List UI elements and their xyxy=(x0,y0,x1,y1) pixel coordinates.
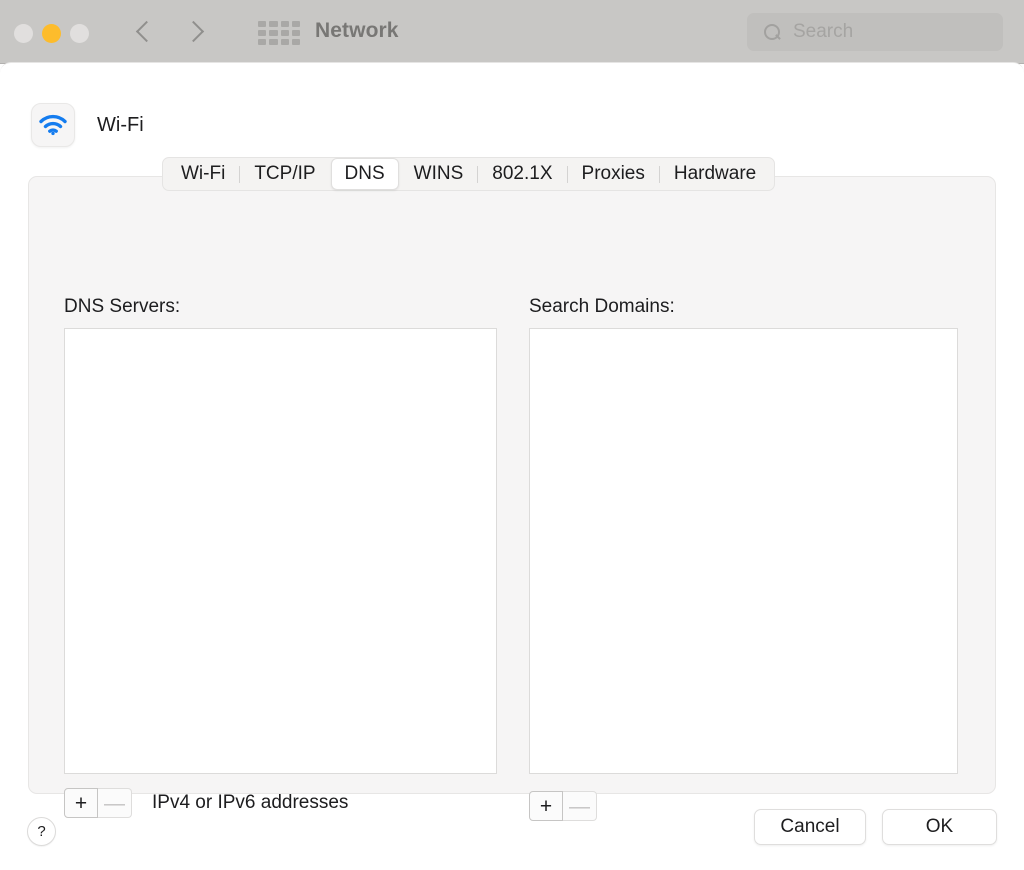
cancel-button[interactable]: Cancel xyxy=(754,809,866,845)
close-window-button[interactable] xyxy=(14,24,33,43)
grid-dot xyxy=(269,21,277,27)
tab-8021x[interactable]: 802.1X xyxy=(478,158,566,190)
grid-dot xyxy=(269,30,277,36)
zoom-window-button[interactable] xyxy=(70,24,89,43)
grid-dot xyxy=(258,30,266,36)
search-field[interactable]: Search xyxy=(747,13,1003,51)
service-name: Wi-Fi xyxy=(97,114,144,137)
help-button[interactable]: ? xyxy=(27,817,56,846)
search-domains-add-remove-group: + — xyxy=(529,791,597,821)
tab-hardware[interactable]: Hardware xyxy=(660,158,770,190)
grid-dot xyxy=(281,21,289,27)
network-preferences-window: Network Search Wi-Fi Wi-Fi xyxy=(0,0,1024,870)
search-domains-list[interactable] xyxy=(529,328,958,774)
remove-dns-server-button[interactable]: — xyxy=(98,788,132,818)
settings-tabbar: Wi-Fi TCP/IP DNS WINS 802.1X Proxies Har… xyxy=(162,157,775,191)
window-title: Network xyxy=(315,19,399,43)
service-header: Wi-Fi xyxy=(31,103,144,147)
grid-apps-icon[interactable] xyxy=(258,21,300,45)
dns-servers-add-remove-group: + — xyxy=(64,788,132,818)
minimize-window-button[interactable] xyxy=(42,24,61,43)
window-titlebar: Network Search xyxy=(0,0,1024,64)
chevron-left-icon[interactable] xyxy=(134,19,156,45)
grid-dot xyxy=(292,39,300,45)
grid-dot xyxy=(281,30,289,36)
wifi-icon xyxy=(31,103,75,147)
add-dns-server-button[interactable]: + xyxy=(64,788,98,818)
dns-servers-list[interactable] xyxy=(64,328,497,774)
dns-servers-label: DNS Servers: xyxy=(64,296,180,318)
tab-dns[interactable]: DNS xyxy=(331,158,399,190)
grid-dot xyxy=(292,30,300,36)
tab-tcpip[interactable]: TCP/IP xyxy=(240,158,329,190)
tab-wins[interactable]: WINS xyxy=(400,158,478,190)
search-icon xyxy=(763,23,782,42)
tab-proxies[interactable]: Proxies xyxy=(568,158,659,190)
traffic-light-buttons xyxy=(14,24,89,43)
dns-servers-hint: IPv4 or IPv6 addresses xyxy=(152,792,348,814)
grid-dot xyxy=(281,39,289,45)
grid-dot xyxy=(258,39,266,45)
ok-button[interactable]: OK xyxy=(882,809,997,845)
search-input[interactable]: Search xyxy=(793,21,853,43)
grid-dot xyxy=(258,21,266,27)
search-domains-label: Search Domains: xyxy=(529,296,675,318)
tab-wifi[interactable]: Wi-Fi xyxy=(167,158,239,190)
navigation-arrows xyxy=(134,14,206,50)
dns-settings-sheet: Wi-Fi Wi-Fi TCP/IP DNS WINS 802.1X Proxi… xyxy=(0,62,1024,870)
chevron-right-icon[interactable] xyxy=(184,19,206,45)
remove-search-domain-button[interactable]: — xyxy=(563,791,597,821)
grid-dot xyxy=(269,39,277,45)
grid-dot xyxy=(292,21,300,27)
add-search-domain-button[interactable]: + xyxy=(529,791,563,821)
